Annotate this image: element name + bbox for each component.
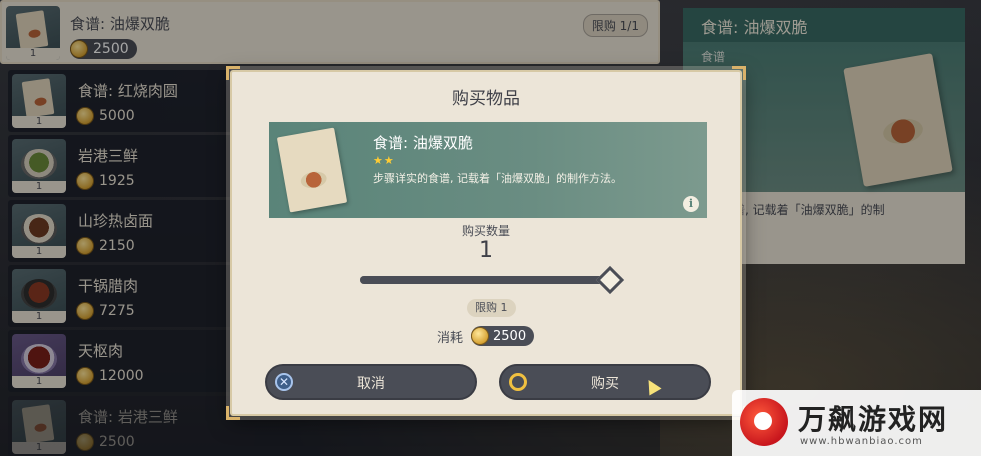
corner-ornament [226, 406, 240, 420]
site-logo-icon [740, 398, 788, 446]
buy-label: 购买 [591, 376, 619, 392]
dialog-title: 购买物品 [452, 89, 520, 109]
quantity-label: 购买数量 [461, 224, 510, 238]
purchase-limit: 限购 1 [467, 299, 516, 317]
quantity-slider[interactable] [360, 265, 625, 295]
corner-ornament [226, 66, 240, 80]
corner-ornament [732, 66, 746, 80]
cost-amount: 2500 [471, 326, 535, 346]
mora-coin-icon [471, 327, 490, 345]
buy-button[interactable]: 购买 [499, 364, 711, 400]
cancel-label: 取消 [357, 376, 385, 392]
slider-thumb[interactable] [595, 265, 625, 295]
cost-row: 消耗 2500 [437, 326, 535, 346]
close-icon: ✕ [275, 373, 293, 391]
watermark-text: 万飙游戏网 [798, 403, 949, 436]
item-name: 食谱: 油爆双脆 [373, 134, 473, 152]
cost-label: 消耗 [437, 330, 464, 346]
item-card: 食谱: 油爆双脆 ★★ 步骤详实的食谱, 记载着「油爆双脆」的制作方法。 i [269, 122, 707, 218]
watermark-url: www.hbwanbiao.com [800, 436, 923, 447]
confirm-ring-icon [509, 373, 527, 391]
rarity-stars: ★★ [373, 154, 395, 167]
slider-fill [360, 276, 610, 284]
info-icon[interactable]: i [683, 196, 699, 212]
site-watermark: 万飙游戏网 www.hbwanbiao.com [732, 390, 981, 456]
quantity-value: 1 [479, 238, 493, 263]
cancel-button[interactable]: ✕ 取消 [265, 364, 477, 400]
item-description: 步骤详实的食谱, 记载着「油爆双脆」的制作方法。 [373, 172, 622, 185]
purchase-dialog: 购买物品 食谱: 油爆双脆 ★★ 步骤详实的食谱, 记载着「油爆双脆」的制作方法… [226, 66, 746, 420]
recipe-image [276, 127, 348, 213]
